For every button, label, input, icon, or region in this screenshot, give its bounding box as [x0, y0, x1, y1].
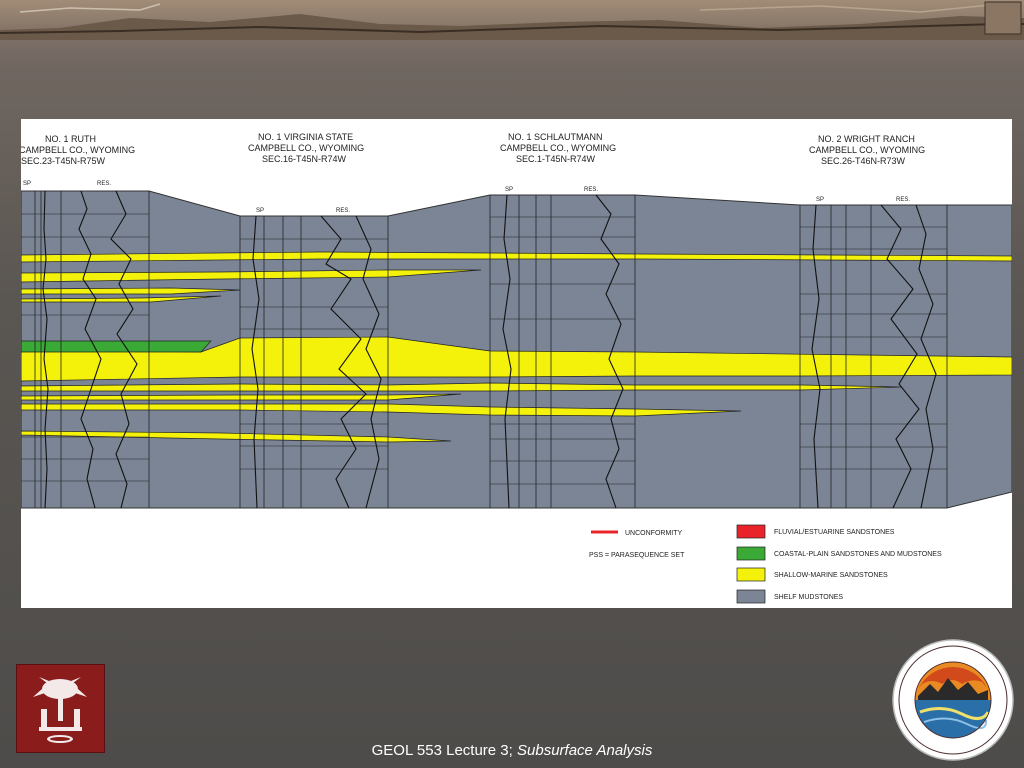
- svg-text:SEC.23-T45N-R75W: SEC.23-T45N-R75W: [21, 156, 106, 166]
- legend-label-fluvial: FLUVIAL/ESTUARINE SANDSTONES: [774, 529, 895, 536]
- well-header-schlautmann: NO. 1 SCHLAUTMANN CAMPBELL CO., WYOMING …: [500, 132, 616, 193]
- legend-label-shelf-mudstones: SHELF MUDSTONES: [774, 594, 843, 601]
- palmetto-tree-logo: [16, 664, 105, 753]
- coastal-plain-sandstone-body: [21, 340, 212, 353]
- svg-text:NO. 1 VIRGINIA STATE: NO. 1 VIRGINIA STATE: [258, 132, 353, 142]
- svg-text:RES.: RES.: [896, 197, 910, 203]
- legend-pss: PSS = PARASEQUENCE SET: [589, 552, 685, 559]
- svg-text:NO. 1 RUTH: NO. 1 RUTH: [45, 134, 96, 144]
- decorative-banner: [0, 0, 1024, 40]
- svg-text:SP: SP: [505, 187, 513, 193]
- svg-text:SEC.16-T45N-R74W: SEC.16-T45N-R74W: [262, 154, 347, 164]
- well-header-ruth: NO. 1 RUTH CAMPBELL CO., WYOMING SEC.23-…: [21, 134, 135, 187]
- svg-text:SEC.1-T45N-R74W: SEC.1-T45N-R74W: [516, 154, 596, 164]
- footer-topic: Subsurface Analysis: [517, 742, 653, 759]
- svg-text:CAMPBELL CO., WYOMING: CAMPBELL CO., WYOMING: [809, 145, 925, 155]
- svg-text:NO. 1 SCHLAUTMANN: NO. 1 SCHLAUTMANN: [508, 132, 603, 142]
- footer-caption: GEOL 553 Lecture 3; Subsurface Analysis: [0, 742, 1024, 759]
- legend: UNCONFORMITY PSS = PARASEQUENCE SET FLUV…: [589, 524, 942, 604]
- svg-text:NO. 2 WRIGHT RANCH: NO. 2 WRIGHT RANCH: [818, 134, 915, 144]
- legend-swatch-shelf-mudstones: [736, 589, 766, 604]
- svg-text:SP: SP: [23, 181, 31, 187]
- well-header-wright-ranch: NO. 2 WRIGHT RANCH CAMPBELL CO., WYOMING…: [809, 134, 925, 203]
- svg-text:SP: SP: [256, 208, 264, 214]
- svg-text:CAMPBELL CO., WYOMING: CAMPBELL CO., WYOMING: [500, 143, 616, 153]
- svg-text:SP: SP: [816, 197, 824, 203]
- legend-swatch-fluvial: [736, 524, 766, 539]
- legend-swatch-shallow-marine: [736, 567, 766, 582]
- svg-text:RES.: RES.: [584, 187, 598, 193]
- svg-text:CAMPBELL CO., WYOMING: CAMPBELL CO., WYOMING: [248, 143, 364, 153]
- svg-text:CAMPBELL CO., WYOMING: CAMPBELL CO., WYOMING: [21, 145, 135, 155]
- svg-text:RES.: RES.: [97, 181, 111, 187]
- svg-text:RES.: RES.: [336, 208, 350, 214]
- legend-unconformity: UNCONFORMITY: [625, 530, 682, 537]
- legend-label-coastal-plain: COASTAL-PLAIN SANDSTONES AND MUDSTONES: [774, 551, 942, 558]
- legend-label-shallow-marine: SHALLOW-MARINE SANDSTONES: [774, 572, 888, 579]
- well-header-virginia-state: NO. 1 VIRGINIA STATE CAMPBELL CO., WYOMI…: [248, 132, 364, 214]
- well-log-cross-section: NO. 1 RUTH CAMPBELL CO., WYOMING SEC.23-…: [21, 119, 1012, 608]
- footer-course: GEOL 553 Lecture 3;: [371, 742, 517, 759]
- svg-text:SEC.26-T46N-R73W: SEC.26-T46N-R73W: [821, 156, 906, 166]
- legend-swatch-coastal-plain: [736, 546, 766, 561]
